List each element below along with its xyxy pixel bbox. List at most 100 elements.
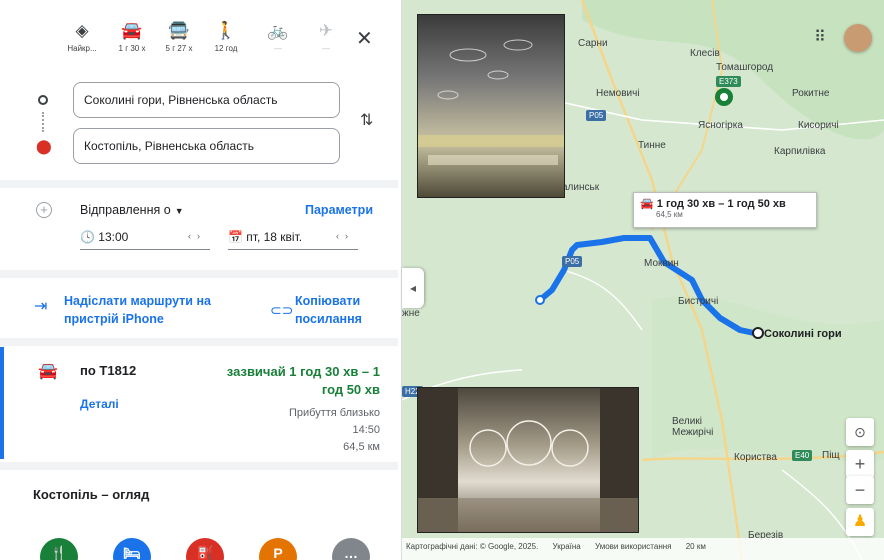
arrival-label: Прибуття близько: [288, 407, 380, 419]
road-shield: E40: [792, 450, 813, 461]
place-label: Користва: [734, 452, 777, 463]
place-label: Томашгород: [716, 62, 774, 73]
depart-label: Відправлення о: [80, 203, 171, 217]
link-icon[interactable]: ⊂⊃: [270, 302, 293, 319]
depart-dropdown[interactable]: Відправлення о ▼: [80, 203, 184, 217]
mode-label: Найкр...: [67, 44, 97, 53]
flight-icon: ✈: [318, 21, 334, 40]
zoom-in-button[interactable]: +: [846, 450, 874, 478]
time-value: 13:00: [98, 230, 129, 244]
add-stop-icon[interactable]: +: [36, 202, 52, 218]
callout-distance: 64,5 км: [656, 210, 683, 219]
place-label: Тинне: [638, 140, 666, 151]
place-label: Моквин: [644, 258, 679, 269]
place-label: Сарни: [578, 38, 608, 49]
place-label: Кисоричі: [798, 120, 839, 131]
send-to-phone-icon[interactable]: ⇥: [34, 296, 47, 316]
route-usual-time: зазвичай 1 год 30 хв – 1 год 50 хв: [226, 364, 380, 397]
destination-input[interactable]: Костопіль, Рівненська область: [73, 128, 340, 164]
apps-grid-icon[interactable]: ⠿: [806, 24, 834, 52]
hall-photo: [417, 387, 639, 533]
clock-icon: 🕓: [80, 230, 95, 244]
travel-mode-bar: ◈ Найкр... 🚘 1 г 30 х 🚍 5 г 27 х 🚶 12 го…: [62, 20, 392, 66]
map-canvas[interactable]: Сарни Клесів Томашгород Рокитне Немовичі…: [402, 0, 884, 560]
close-icon[interactable]: ✕: [356, 26, 373, 51]
date-arrows[interactable]: ‹›: [336, 231, 354, 241]
mode-label: 12 год: [214, 44, 238, 53]
directions-panel: ◈ Найкр... 🚘 1 г 30 х 🚍 5 г 27 х 🚶 12 го…: [0, 0, 402, 560]
transit-icon: 🚍: [168, 21, 190, 40]
mode-flight[interactable]: ✈ —: [306, 20, 346, 53]
route-dots: [42, 112, 44, 132]
route-via: по Т1812: [80, 363, 137, 378]
pegman-icon[interactable]: ♟: [846, 508, 874, 536]
mode-label: —: [274, 44, 282, 53]
parking-icon[interactable]: P: [259, 538, 297, 560]
my-location-icon[interactable]: ⊙: [846, 418, 874, 446]
place-label: Великі Межирічі: [672, 416, 714, 438]
mode-label: 1 г 30 х: [118, 44, 146, 53]
mode-bicycle[interactable]: 🚲 —: [258, 20, 298, 53]
road-shield: E373: [716, 76, 741, 87]
place-label: Піщ: [822, 450, 840, 461]
destination-map-label: Соколині гори: [764, 328, 842, 340]
gas-station-icon[interactable]: ⛽: [186, 538, 224, 560]
place-label: Бистричі: [678, 296, 719, 307]
more-icon[interactable]: …: [332, 538, 370, 560]
car-icon: 🚘: [38, 363, 58, 380]
route-arrival: Прибуття близько 14:50 64,5 км: [240, 405, 380, 456]
place-label: алинськ: [562, 182, 600, 193]
mode-car[interactable]: 🚘 1 г 30 х: [112, 20, 152, 53]
restaurants-icon[interactable]: 🍴: [40, 538, 78, 560]
mode-label: 5 г 27 х: [165, 44, 193, 53]
road-shield: P05: [586, 110, 607, 121]
section-divider: [0, 462, 398, 470]
date-value: пт, 18 квіт.: [246, 230, 303, 244]
mode-best[interactable]: ◈ Найкр...: [62, 20, 102, 53]
options-link[interactable]: Параметри: [305, 203, 373, 217]
place-label: Рокитне: [792, 88, 830, 99]
terms-link[interactable]: Умови використання: [595, 542, 671, 551]
avatar[interactable]: [844, 24, 872, 52]
chevron-down-icon: ▼: [174, 206, 184, 216]
arrival-time: 14:50: [352, 424, 380, 436]
walk-icon: 🚶: [215, 21, 237, 40]
section-divider: [0, 338, 398, 346]
map-attribution: Картографічні дані: © Google, 2025.: [406, 542, 539, 551]
hotels-icon[interactable]: 🛏: [113, 538, 151, 560]
mode-transit[interactable]: 🚍 5 г 27 х: [159, 20, 199, 53]
mode-label: —: [322, 44, 330, 53]
route-time-callout[interactable]: 🚘 1 год 30 хв – 1 год 50 хв 64,5 км: [633, 192, 817, 228]
destination-pin-icon: ⬤: [36, 138, 52, 154]
route-option-card[interactable]: 🚘 по Т1812 Деталі зазвичай 1 год 30 хв –…: [0, 347, 398, 459]
send-to-phone-link[interactable]: Надіслати маршрути на пристрій iPhone: [64, 292, 239, 328]
collapse-panel-button[interactable]: ◂: [402, 268, 424, 308]
best-route-icon: ◈: [75, 21, 89, 40]
restaurant-photo: [417, 14, 565, 198]
origin-input[interactable]: Соколині гори, Рівненська область: [73, 82, 340, 118]
section-divider: [0, 270, 398, 278]
place-label: Немовичі: [596, 88, 640, 99]
bicycle-icon: 🚲: [267, 21, 289, 40]
place-label: жне: [402, 308, 420, 319]
place-label: Ясногірка: [698, 120, 743, 131]
place-label: Карпилівка: [774, 146, 826, 157]
calendar-icon: 📅: [228, 230, 243, 244]
route-distance: 64,5 км: [343, 441, 380, 453]
zoom-out-button[interactable]: −: [846, 476, 874, 504]
scale-label: 20 км: [685, 542, 706, 551]
map-country: Україна: [552, 542, 581, 551]
route-details-link[interactable]: Деталі: [80, 397, 119, 411]
date-picker[interactable]: 📅 пт, 18 квіт. ‹›: [228, 230, 358, 250]
time-arrows[interactable]: ‹›: [188, 231, 206, 241]
copy-link-button[interactable]: Копіювати посилання: [295, 292, 385, 328]
origin-marker-icon: [38, 95, 48, 105]
car-icon: 🚘: [640, 198, 654, 210]
map-footer: Картографічні дані: © Google, 2025. Укра…: [402, 538, 884, 560]
time-picker[interactable]: 🕓 13:00 ‹›: [80, 230, 210, 250]
car-icon: 🚘: [121, 21, 143, 40]
road-shield: P05: [562, 256, 583, 267]
mode-walk[interactable]: 🚶 12 год: [206, 20, 246, 53]
section-divider: [0, 180, 398, 188]
swap-icon[interactable]: ⇅: [360, 110, 373, 130]
